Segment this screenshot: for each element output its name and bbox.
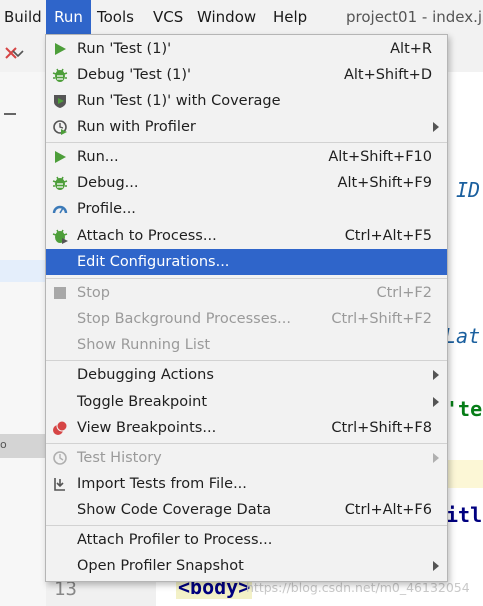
line-highlight [446, 460, 483, 488]
attach-icon [52, 228, 68, 244]
submenu-arrow-icon [433, 397, 439, 407]
menu-item-run-test[interactable]: Run 'Test (1)' Alt+R [46, 36, 447, 62]
coverage-icon [52, 93, 68, 109]
menu-item-run-with-profiler[interactable]: Run with Profiler [46, 114, 447, 140]
menu-item-open-profiler-snapshot[interactable]: Open Profiler Snapshot [46, 553, 447, 579]
code-fragment: itl [446, 503, 483, 527]
chevron-down-icon[interactable] [12, 50, 24, 58]
debug-icon [52, 175, 68, 191]
history-icon [52, 450, 68, 466]
run-menu-dropdown: Run 'Test (1)' Alt+R Debug 'Test (1)' Al… [45, 34, 448, 582]
debug-icon [52, 67, 68, 83]
submenu-arrow-icon [433, 453, 439, 463]
menu-item-toggle-breakpoint[interactable]: Toggle Breakpoint [46, 389, 447, 415]
breakpoints-icon [52, 420, 68, 436]
code-fragment: Lat [444, 324, 481, 348]
menu-item-debug-test[interactable]: Debug 'Test (1)' Alt+Shift+D [46, 62, 447, 88]
menu-item-view-breakpoints[interactable]: View Breakpoints... Ctrl+Shift+F8 [46, 415, 447, 441]
menu-vcs[interactable]: VCS [153, 0, 183, 34]
panel-row[interactable]: o [0, 434, 46, 458]
selected-row[interactable] [0, 260, 46, 282]
minimize-icon[interactable] [4, 113, 16, 117]
menu-item-import-tests[interactable]: Import Tests from File... [46, 471, 447, 497]
menu-item-edit-configurations[interactable]: Edit Configurations... [46, 249, 447, 275]
menu-item-show-running-list[interactable]: Show Running List [46, 332, 447, 358]
submenu-arrow-icon [433, 561, 439, 571]
submenu-arrow-icon [433, 370, 439, 380]
menu-item-stop[interactable]: Stop Ctrl+F2 [46, 280, 447, 306]
menu-run[interactable]: Run [46, 0, 91, 34]
gauge-icon [52, 201, 68, 217]
code-fragment: ID [456, 178, 481, 202]
menu-item-attach-to-process[interactable]: Attach to Process... Ctrl+Alt+F5 [46, 223, 447, 249]
menu-separator [46, 278, 447, 279]
run-icon [52, 149, 68, 165]
menu-tools[interactable]: Tools [97, 0, 134, 34]
import-icon [52, 476, 68, 492]
menu-bar: Build Run Tools VCS Window Help project0… [0, 0, 483, 34]
menu-item-debugging-actions[interactable]: Debugging Actions [46, 362, 447, 388]
watermark: https://blog.csdn.net/m0_46132054 [246, 580, 470, 595]
menu-item-run[interactable]: Run... Alt+Shift+F10 [46, 144, 447, 170]
menu-item-profile[interactable]: Profile... [46, 196, 447, 222]
menu-help[interactable]: Help [273, 0, 307, 34]
menu-separator [46, 142, 447, 143]
menu-item-debug[interactable]: Debug... Alt+Shift+F9 [46, 170, 447, 196]
menu-item-attach-profiler[interactable]: Attach Profiler to Process... [46, 527, 447, 553]
menu-separator [46, 525, 447, 526]
project-panel: o [0, 72, 47, 606]
run-icon [52, 41, 68, 57]
code-fragment: 'te [446, 397, 483, 421]
window-title: project01 - index.js [346, 8, 483, 26]
menu-build[interactable]: Build [0, 0, 44, 34]
menu-window[interactable]: Window [197, 0, 256, 34]
menu-item-show-code-coverage[interactable]: Show Code Coverage Data Ctrl+Alt+F6 [46, 497, 447, 523]
profiler-icon [52, 119, 68, 135]
menu-separator [46, 443, 447, 444]
menu-item-stop-background-processes[interactable]: Stop Background Processes... Ctrl+Shift+… [46, 306, 447, 332]
menu-separator [46, 360, 447, 361]
menu-item-run-with-coverage[interactable]: Run 'Test (1)' with Coverage [46, 88, 447, 114]
menu-item-test-history[interactable]: Test History [46, 445, 447, 471]
stop-icon [52, 285, 68, 301]
submenu-arrow-icon [433, 122, 439, 132]
